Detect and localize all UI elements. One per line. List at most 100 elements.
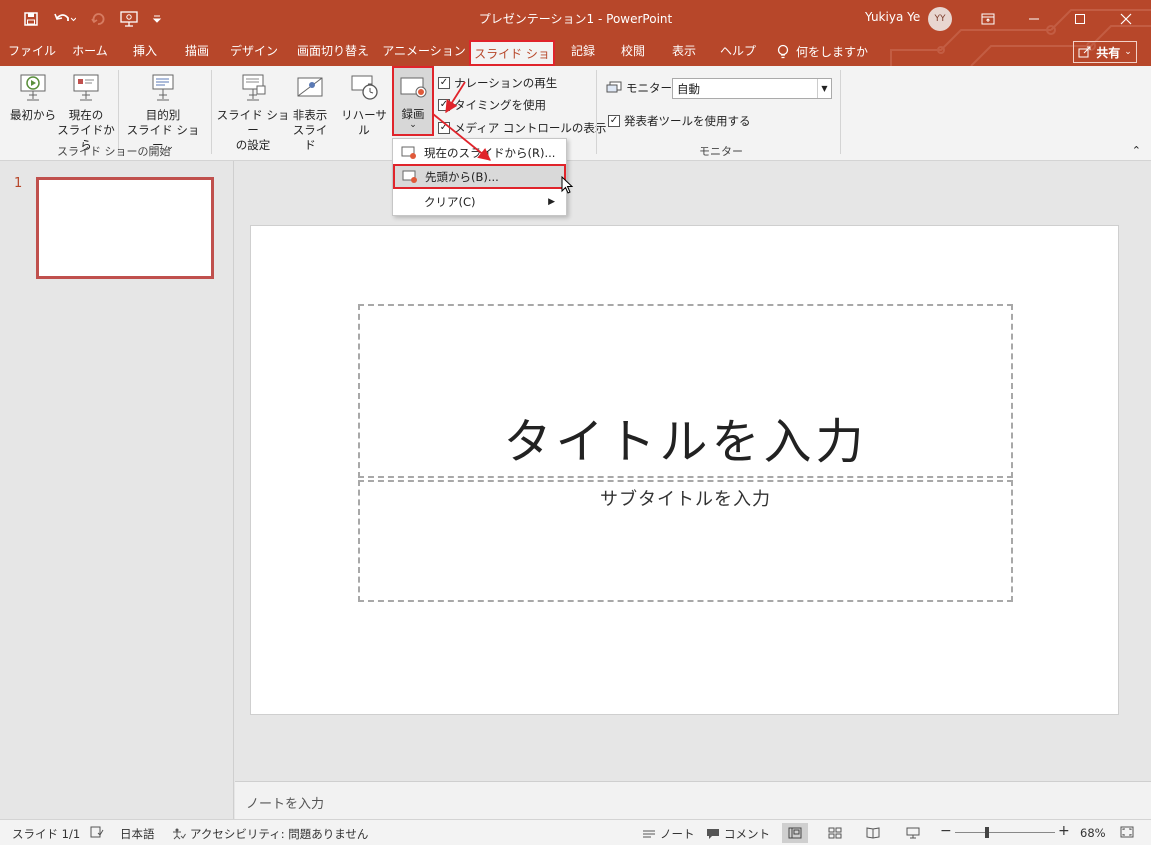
- setup-label-1: スライド ショー: [216, 108, 290, 137]
- record-icon: [401, 146, 416, 159]
- narration-checkbox[interactable]: ✓ ナレーションの再生: [438, 75, 557, 91]
- hide-label-1: 非表示: [292, 108, 328, 122]
- subtitle-placeholder[interactable]: サブタイトルを入力: [358, 480, 1013, 602]
- record-button[interactable]: 録画 ⌄: [392, 66, 434, 136]
- tab-slide-show[interactable]: スライド ショー: [469, 40, 555, 85]
- rehearse-timings-button[interactable]: リハーサル: [337, 72, 391, 138]
- ribbon-tabs: ファイル ホーム 挿入 描画 デザイン 画面切り替え アニメーション スライド …: [0, 9, 1151, 85]
- monitor-label: モニター:: [626, 81, 676, 95]
- tab-review[interactable]: 校閲: [610, 38, 656, 66]
- rehearse-label: リハーサル: [341, 108, 387, 137]
- media-controls-checkbox[interactable]: ✓ メディア コントロールの表示: [438, 120, 606, 136]
- start-group-label: スライド ショーの開始: [57, 145, 171, 158]
- media-controls-label: メディア コントロールの表示: [454, 121, 607, 135]
- tab-record[interactable]: 記録: [560, 38, 606, 66]
- undo-icon[interactable]: [50, 8, 80, 30]
- divider: [840, 70, 841, 154]
- share-button[interactable]: 共有 ⌄: [1073, 41, 1137, 63]
- title-bar: プレゼンテーション1 - PowerPoint Yukiya Ye YY: [0, 0, 1151, 38]
- zoom-out-button[interactable]: −: [940, 823, 952, 839]
- clear-recording-label: クリア(C): [424, 195, 476, 209]
- slide-thumbnail[interactable]: [36, 177, 214, 279]
- tab-transitions[interactable]: 画面切り替え: [286, 38, 380, 66]
- maximize-icon[interactable]: [1057, 6, 1103, 32]
- notes-toggle-label: ノート: [660, 827, 695, 841]
- monitor-select[interactable]: 自動 ▼: [672, 78, 832, 99]
- zoom-slider[interactable]: [955, 827, 1055, 838]
- monitor-field: モニター:: [606, 80, 676, 96]
- collapse-ribbon-icon[interactable]: ⌃: [1132, 144, 1141, 157]
- tab-home[interactable]: ホーム: [62, 38, 118, 66]
- tab-animations[interactable]: アニメーション: [382, 38, 466, 66]
- comments-toggle-label: コメント: [724, 827, 770, 841]
- ribbon: 最初から 現在の スライドから 目的別 スライド ショー ⌄ スライド ショーの…: [0, 66, 1151, 161]
- stopwatch-icon: [351, 75, 378, 100]
- normal-view-icon[interactable]: [782, 823, 808, 843]
- powerpoint-window: プレゼンテーション1 - PowerPoint Yukiya Ye YY ファイ…: [0, 0, 1151, 845]
- slide-sorter-view-icon[interactable]: [822, 823, 848, 843]
- close-icon[interactable]: [1103, 6, 1149, 32]
- ribbon-display-options-icon[interactable]: [965, 6, 1011, 32]
- present-from-beginning-icon[interactable]: [116, 8, 144, 30]
- setup-label-2: の設定: [235, 138, 271, 152]
- zoom-in-button[interactable]: +: [1058, 823, 1070, 839]
- from-current-slide-button[interactable]: 現在の スライドから: [56, 72, 116, 153]
- monitor-value: 自動: [677, 82, 700, 96]
- slide-show-view-icon[interactable]: [900, 823, 926, 843]
- timing-checkbox[interactable]: ✓ タイミングを使用: [438, 97, 546, 113]
- submenu-arrow-icon: ▶: [548, 197, 555, 207]
- presenter-view-checkbox[interactable]: ✓ 発表者ツールを使用する: [608, 113, 751, 129]
- user-name[interactable]: Yukiya Ye: [865, 10, 920, 24]
- share-icon: [1078, 46, 1091, 58]
- tab-design[interactable]: デザイン: [224, 38, 284, 66]
- checkmark-icon: ✓: [438, 99, 450, 111]
- clear-recording-item[interactable]: クリア(C) ▶: [394, 190, 565, 214]
- notes-pane[interactable]: ノートを入力: [235, 781, 1151, 819]
- record-from-current-item[interactable]: 現在のスライドから(R)...: [394, 141, 565, 165]
- monitor-group-label: モニター: [699, 145, 743, 158]
- title-placeholder[interactable]: タイトルを入力: [358, 304, 1013, 478]
- language-indicator[interactable]: 日本語: [120, 826, 155, 842]
- from-beginning-button[interactable]: 最初から: [8, 72, 58, 123]
- redo-icon[interactable]: [86, 8, 110, 30]
- tab-view[interactable]: 表示: [660, 38, 708, 66]
- zoom-level[interactable]: 68%: [1080, 826, 1106, 840]
- spelling-check-icon[interactable]: [90, 826, 104, 838]
- tell-me-search[interactable]: 何をしますか: [776, 38, 876, 66]
- comments-toggle[interactable]: コメント: [706, 826, 770, 842]
- custom-label-1: 目的別: [145, 108, 181, 122]
- tab-draw[interactable]: 描画: [172, 38, 222, 66]
- divider: [211, 70, 212, 154]
- slide-number: 1: [14, 176, 23, 191]
- record-from-beginning-item[interactable]: 先頭から(B)...: [393, 164, 566, 189]
- fit-slide-icon[interactable]: [1120, 826, 1134, 838]
- minimize-icon[interactable]: [1011, 6, 1057, 32]
- hide-slide-icon: [297, 77, 323, 97]
- zoom-slider-thumb[interactable]: [985, 827, 990, 838]
- tab-insert[interactable]: 挿入: [120, 38, 170, 66]
- notes-toggle[interactable]: ノート: [642, 826, 695, 842]
- monitor-icon: [606, 81, 622, 93]
- avatar[interactable]: YY: [928, 7, 952, 31]
- from-current-label-1: 現在の: [68, 108, 104, 122]
- setup-slide-show-button[interactable]: スライド ショー の設定: [216, 72, 290, 153]
- timing-label: タイミングを使用: [454, 98, 546, 112]
- dropdown-arrow-icon[interactable]: ▼: [817, 79, 831, 98]
- accessibility-status[interactable]: アクセシビリティ: 問題ありません: [172, 826, 368, 842]
- reading-view-icon[interactable]: [860, 823, 886, 843]
- tab-file[interactable]: ファイル: [4, 38, 60, 66]
- chevron-down-icon: ⌄: [409, 120, 417, 130]
- tab-help[interactable]: ヘルプ: [712, 38, 764, 66]
- hide-slide-button[interactable]: 非表示 スライド: [288, 72, 332, 153]
- from-beginning-label: 最初から: [10, 108, 56, 122]
- checkmark-icon: ✓: [608, 115, 620, 127]
- save-icon[interactable]: [18, 8, 44, 30]
- presenter-view-label: 発表者ツールを使用する: [624, 114, 751, 128]
- status-bar: スライド 1/1 日本語 アクセシビリティ: 問題ありません ノート コメント: [0, 819, 1151, 845]
- tell-me-label: 何をしますか: [796, 45, 869, 59]
- customize-toolbar-icon[interactable]: [148, 8, 166, 30]
- slide-editor: タイトルを入力 サブタイトルを入力: [235, 161, 1151, 781]
- divider: [118, 70, 119, 154]
- slide-indicator: スライド 1/1: [12, 827, 81, 841]
- slide-canvas[interactable]: タイトルを入力 サブタイトルを入力: [250, 225, 1119, 715]
